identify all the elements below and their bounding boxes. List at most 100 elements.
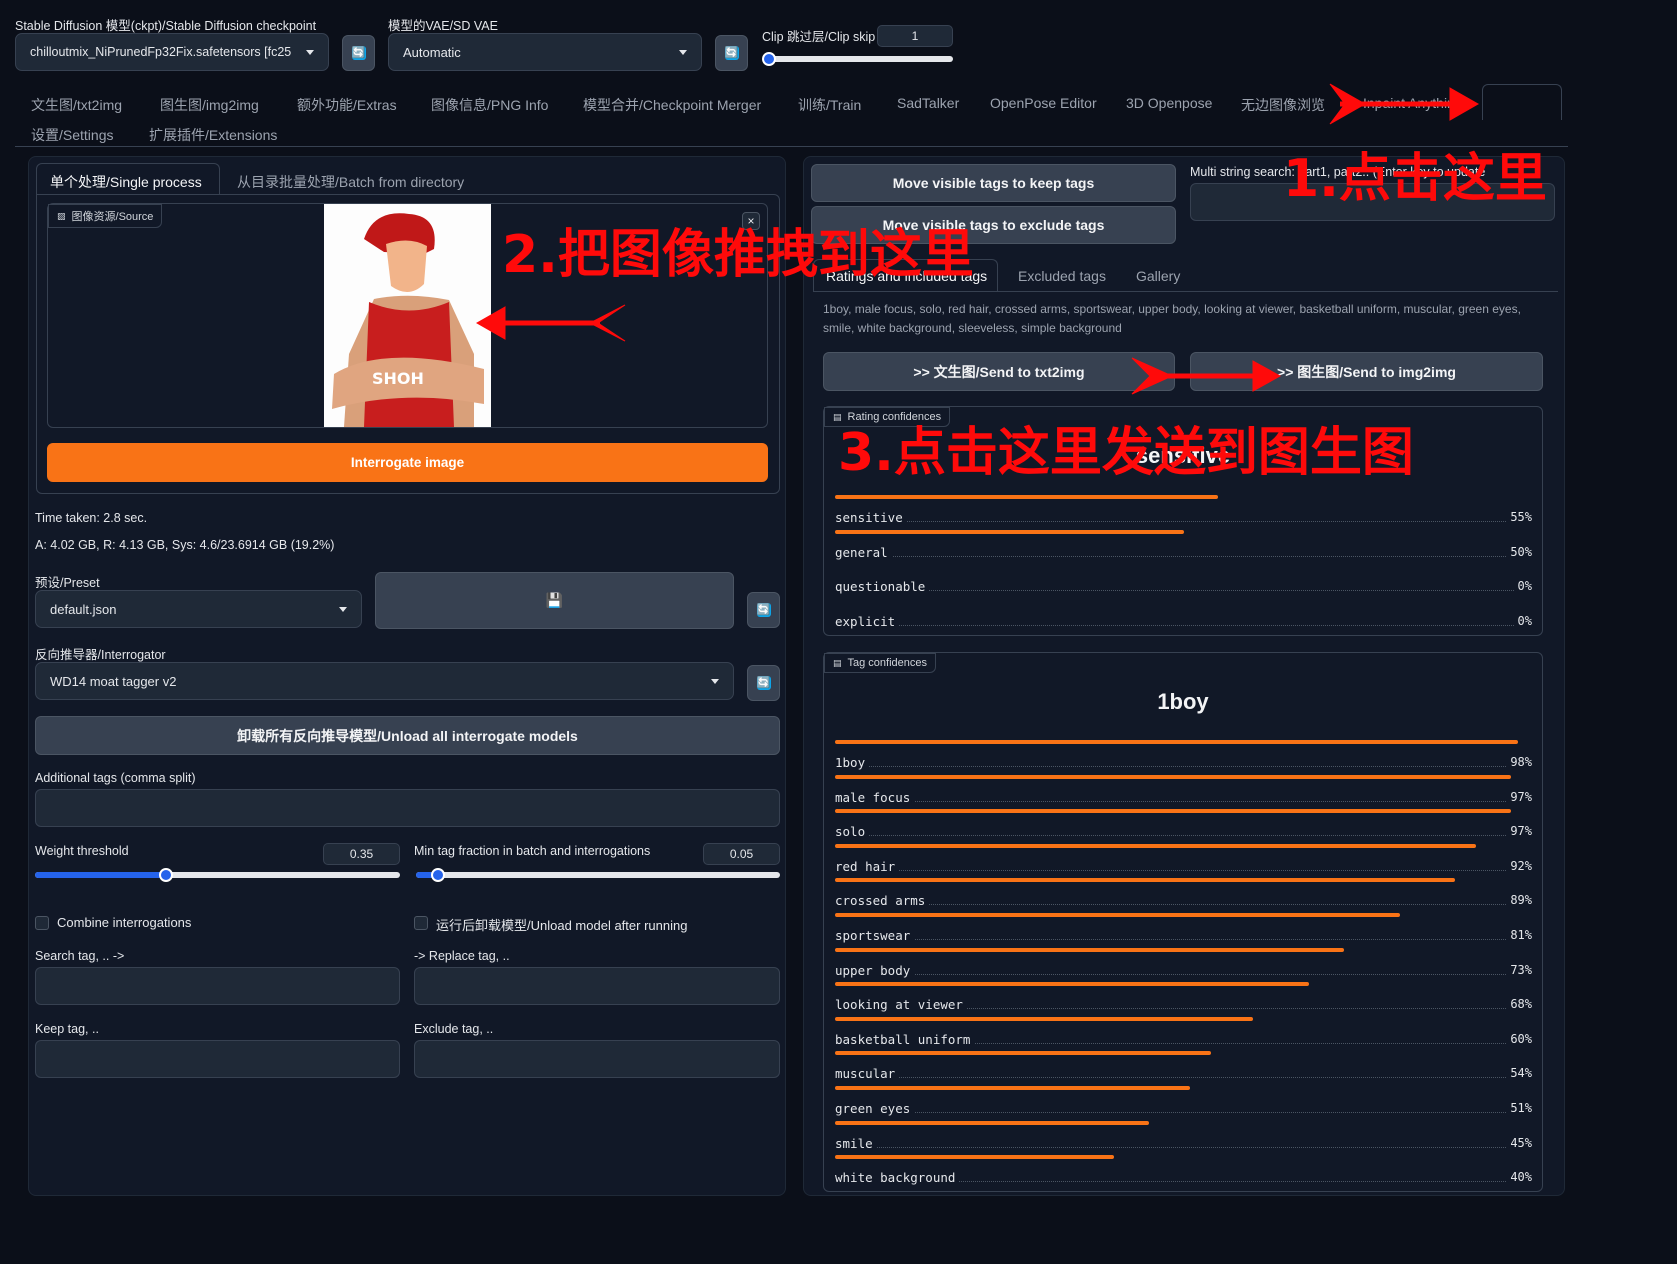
tab-10[interactable]: Inpaint Anythin	[1363, 95, 1455, 111]
confidence-bar	[835, 1016, 1254, 1021]
tab-0[interactable]: 文生图/txt2img	[31, 95, 122, 115]
exclude-tag-input[interactable]	[414, 1040, 780, 1078]
confidence-percent: 98%	[1507, 755, 1532, 769]
confidence-name: looking at viewer	[835, 997, 967, 1013]
confidence-bar	[835, 1120, 1149, 1125]
tab-8[interactable]: 3D Openpose	[1126, 95, 1212, 111]
tag-row: white background 40%	[835, 1155, 1532, 1189]
clip-skip-slider[interactable]	[761, 52, 953, 66]
tag-row: red hair 92%	[835, 843, 1532, 878]
tag-row: sportswear 81%	[835, 913, 1532, 947]
tag-label-block: ▤ Tag confidences	[824, 653, 937, 673]
arrow-right-icon	[1329, 83, 1367, 125]
tab-3[interactable]: 图像信息/PNG Info	[431, 95, 548, 115]
interrogator-refresh-button[interactable]: 🔄	[747, 665, 780, 701]
tab-6[interactable]: SadTalker	[897, 95, 959, 111]
tab-excluded-tags[interactable]: Excluded tags	[1018, 268, 1106, 284]
confidence-name: questionable	[835, 579, 930, 595]
chevron-down-icon	[711, 678, 719, 684]
save-preset-button[interactable]: 💾	[375, 572, 734, 629]
time-taken: Time taken: 2.8 sec.	[35, 511, 148, 525]
refresh-icon: 🔄	[756, 603, 771, 617]
confidence-percent: 73%	[1507, 962, 1532, 977]
checkpoint-refresh-button[interactable]: 🔄	[342, 35, 375, 71]
chart-icon: ▤	[833, 657, 842, 668]
weight-threshold-slider[interactable]	[35, 868, 400, 882]
tab-gallery[interactable]: Gallery	[1136, 268, 1180, 284]
vae-refresh-button[interactable]: 🔄	[715, 35, 748, 71]
tag-row: solo 97%	[835, 809, 1532, 843]
send-to-img2img-button[interactable]: >> 图生图/Send to img2img	[1190, 352, 1543, 391]
tag-row: muscular 54%	[835, 1051, 1532, 1085]
tab-single-process[interactable]: 单个处理/Single process	[50, 172, 202, 192]
rating-row: explicit 0%	[835, 599, 1532, 633]
tab-4[interactable]: 模型合并/Checkpoint Merger	[583, 95, 761, 115]
tag-row: green eyes 51%	[835, 1086, 1532, 1120]
tab-batch-directory[interactable]: 从目录批量处理/Batch from directory	[237, 172, 464, 192]
additional-tags-label: Additional tags (comma split)	[35, 771, 196, 785]
interrogator-value: WD14 moat tagger v2	[50, 673, 177, 689]
confidence-bar	[835, 843, 1477, 848]
confidence-percent: 0%	[1514, 613, 1532, 628]
confidence-bar	[835, 529, 1184, 534]
move-to-keep-button[interactable]: Move visible tags to keep tags	[811, 164, 1176, 202]
basketball-player-illustration: SHOH	[332, 213, 484, 427]
confidence-bar	[835, 913, 1400, 917]
clip-skip-label: Clip 跳过层/Clip skip	[762, 30, 876, 44]
tab-12[interactable]: 设置/Settings	[31, 125, 113, 145]
source-label-block: ▨ 图像资源/Source	[48, 204, 163, 228]
confidence-percent: 55%	[1507, 510, 1532, 524]
keep-tag-label: Keep tag, ..	[35, 1022, 99, 1036]
refresh-icon: 🔄	[351, 46, 366, 60]
confidence-bar	[835, 809, 1512, 814]
checkpoint-dropdown[interactable]: chilloutmix_NiPrunedFp32Fix.safetensors …	[15, 33, 329, 71]
additional-tags-input[interactable]	[35, 789, 780, 827]
slider-knob[interactable]	[761, 52, 776, 66]
confidence-percent: 60%	[1507, 1031, 1532, 1046]
interrogator-dropdown[interactable]: WD14 moat tagger v2	[35, 662, 734, 700]
send-to-txt2img-button[interactable]: >> 文生图/Send to txt2img	[823, 352, 1175, 391]
tag-row: basketball uniform 60%	[835, 1016, 1532, 1051]
tab-13[interactable]: 扩展插件/Extensions	[149, 125, 277, 145]
tab-1[interactable]: 图生图/img2img	[160, 95, 259, 115]
keep-tag-input[interactable]	[35, 1040, 400, 1078]
tab-5[interactable]: 训练/Train	[798, 95, 861, 115]
min-tag-fraction-slider[interactable]	[416, 868, 780, 882]
preset-dropdown[interactable]: default.json	[35, 590, 362, 628]
search-tag-label: Search tag, .. ->	[35, 949, 125, 963]
tab-7[interactable]: OpenPose Editor	[990, 95, 1097, 111]
chevron-down-icon	[679, 49, 687, 55]
tab-2[interactable]: 额外功能/Extras	[297, 95, 397, 115]
confidence-bar	[835, 1086, 1191, 1090]
tag-row: crossed arms 89%	[835, 878, 1532, 912]
vae-label: 模型的VAE/SD VAE	[388, 19, 498, 33]
combine-checkbox[interactable]	[35, 916, 49, 930]
chevron-down-icon	[306, 49, 314, 55]
checkpoint-label: Stable Diffusion 模型(ckpt)/Stable Diffusi…	[15, 19, 317, 33]
tag-row: 1boy 98%	[835, 740, 1532, 774]
unload-after-checkbox[interactable]	[414, 916, 428, 930]
confidence-bar	[835, 1155, 1114, 1160]
slider-knob[interactable]	[430, 868, 445, 882]
search-tag-input[interactable]	[35, 967, 400, 1005]
confidence-name: general	[835, 544, 892, 560]
image-icon: ▨	[57, 210, 66, 221]
tab-9[interactable]: 无边图像浏览	[1241, 95, 1325, 115]
preset-refresh-button[interactable]: 🔄	[747, 592, 780, 628]
interrogate-button[interactable]: Interrogate image	[47, 443, 768, 482]
interrogator-label: 反向推导器/Interrogator	[35, 648, 166, 662]
unload-models-button[interactable]: 卸载所有反向推导模型/Unload all interrogate models	[35, 716, 780, 755]
replace-tag-label: -> Replace tag, ..	[414, 949, 510, 963]
vae-dropdown[interactable]: Automatic	[388, 33, 702, 71]
weight-threshold-input[interactable]: 0.35	[323, 843, 400, 865]
clip-skip-input[interactable]: 1	[877, 25, 953, 47]
source-label: 图像资源/Source	[71, 211, 154, 223]
confidence-bar	[835, 947, 1344, 952]
vae-value: Automatic	[403, 44, 461, 60]
min-tag-fraction-input[interactable]: 0.05	[703, 843, 780, 865]
replace-tag-input[interactable]	[414, 967, 780, 1005]
confidence-name: white background	[835, 1170, 960, 1186]
svg-text:SHOH: SHOH	[372, 369, 424, 388]
confidence-percent: 0%	[1514, 579, 1532, 594]
confidence-name: basketball uniform	[835, 1031, 975, 1047]
